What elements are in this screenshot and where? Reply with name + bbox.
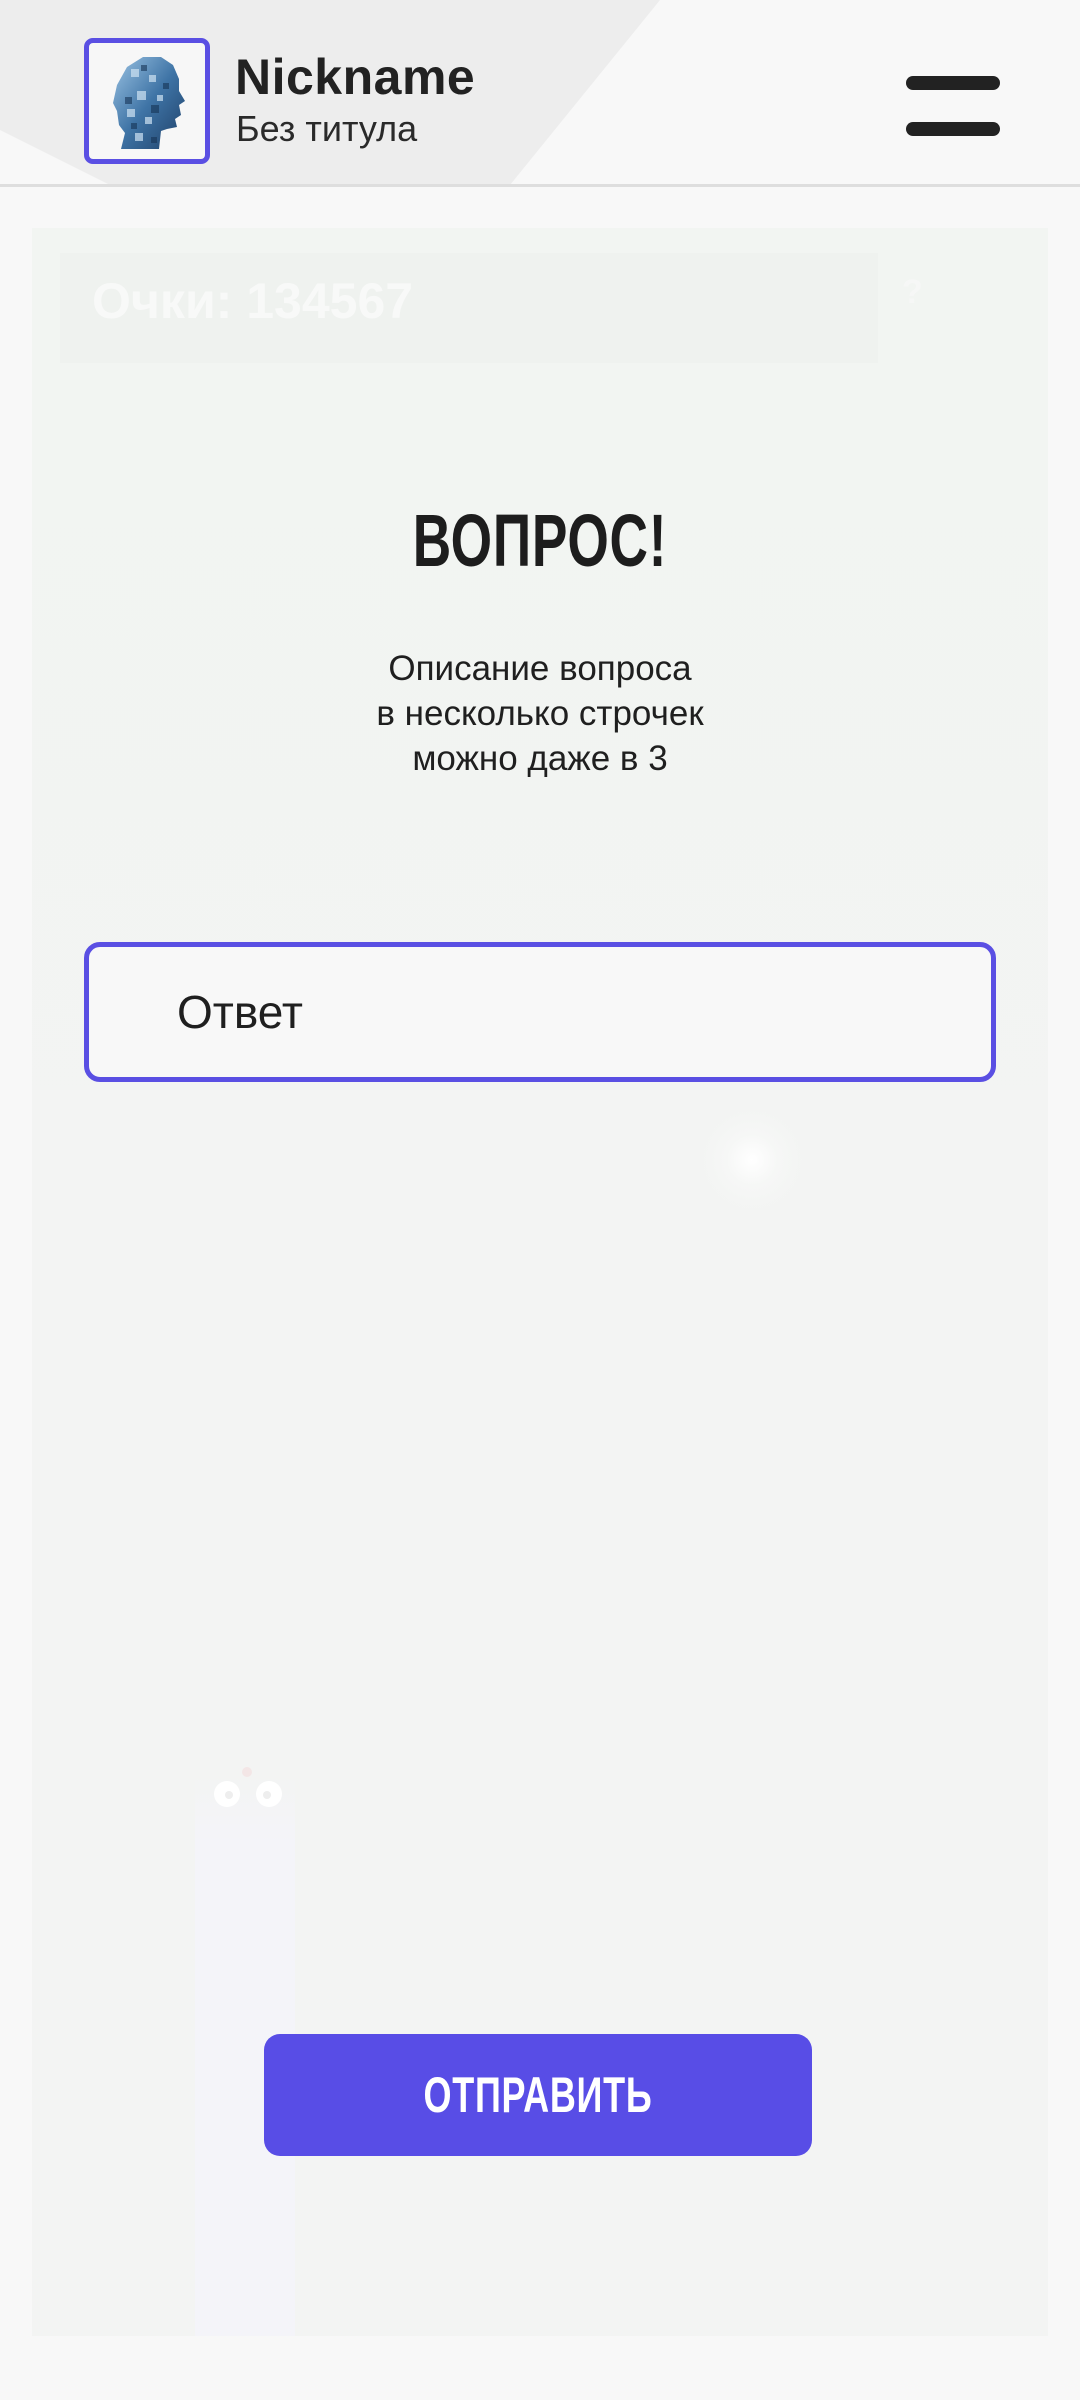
avatar[interactable] (84, 38, 210, 164)
menu-button[interactable] (906, 76, 1004, 136)
submit-button-label: ОТПРАВИТЬ (423, 2067, 653, 2123)
question-card: Очки: 134567 ? ВОПРОС! Описание вопроса … (32, 228, 1048, 2336)
score-label: Очки: 134567 (92, 273, 414, 329)
hamburger-menu-icon-line-top (906, 76, 1000, 90)
nickname: Nickname (235, 49, 476, 105)
decorative-glow-dot (700, 1108, 804, 1212)
answer-input[interactable] (84, 942, 996, 1082)
user-title: Без титула (236, 108, 418, 149)
question-description: Описание вопроса в несколько строчек мож… (376, 649, 704, 778)
question-screen: Nickname Без титула Очки: 134567 ? ВОПРО… (0, 0, 1080, 2400)
top-bar: Nickname Без титула (0, 0, 1080, 187)
user-avatar-icon (113, 57, 185, 149)
hamburger-menu-icon-line-bottom (906, 122, 1000, 136)
question-title: ВОПРОС! (412, 499, 668, 582)
submit-button[interactable]: ОТПРАВИТЬ (264, 2034, 812, 2156)
decorative-character-eyes-icon (214, 1767, 282, 1807)
score-side-label: ? (902, 273, 923, 311)
